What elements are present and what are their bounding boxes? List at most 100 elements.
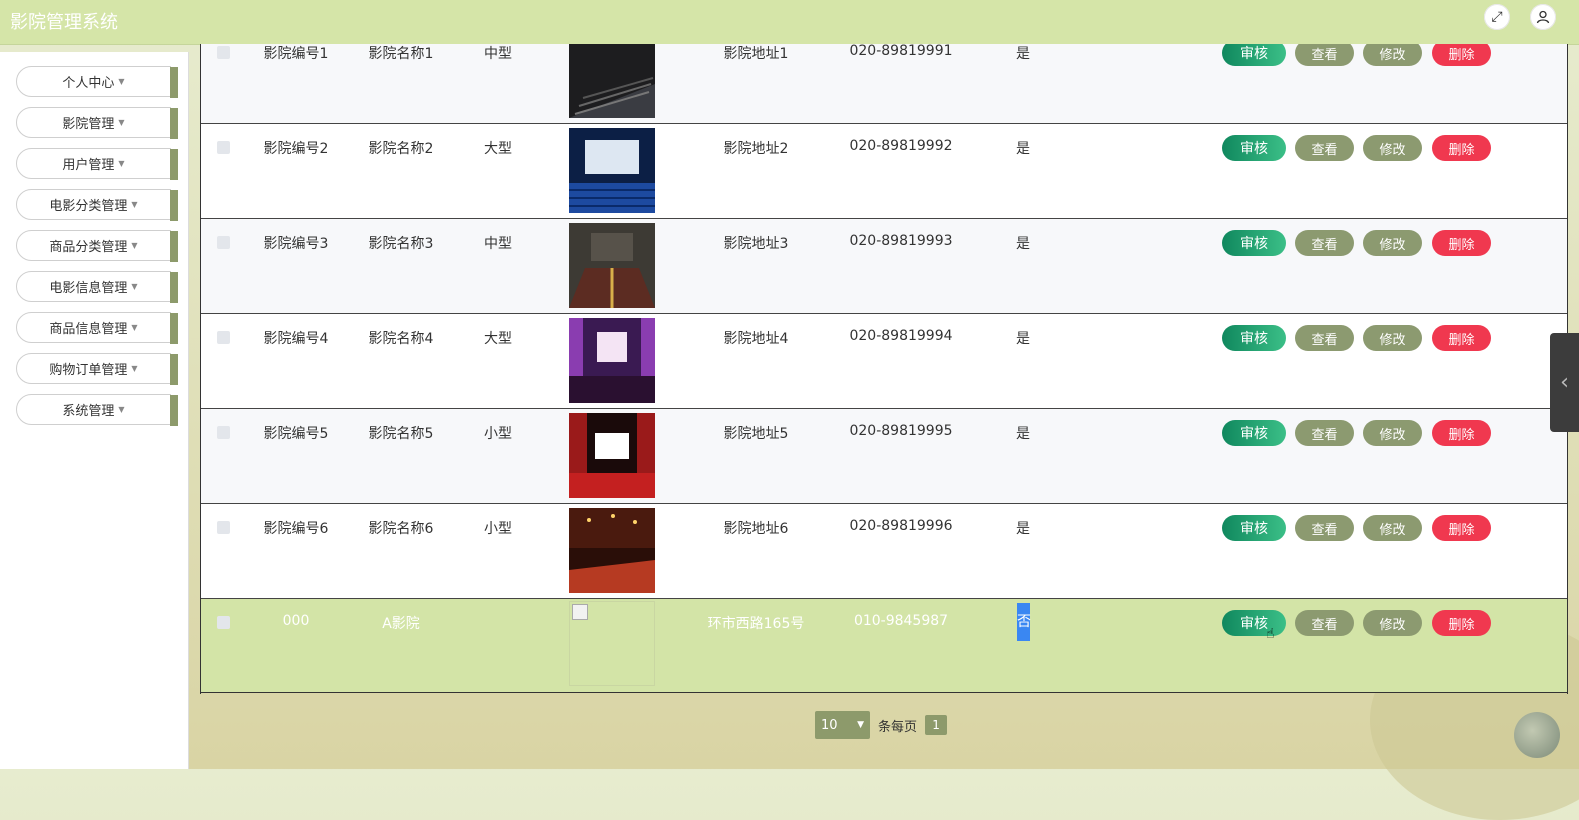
row-checkbox[interactable] [217,426,230,439]
audit-status: 是 [1016,46,1030,62]
cinema-image [569,508,655,593]
audit-status: 是 [1016,236,1030,252]
caret-down-icon: ▼ [131,282,138,291]
fullscreen-icon[interactable]: ⤢ [1484,4,1510,30]
cinema-image [569,128,655,213]
cinema-address: 影院地址5 [723,426,789,442]
sidebar-item-movie-info[interactable]: 电影信息管理 ▼ [16,271,178,303]
cinema-image [569,413,655,498]
edit-button[interactable]: 修改 [1363,44,1422,66]
view-button[interactable]: 查看 [1295,135,1354,161]
cinema-name: 影院名称1 [368,46,434,62]
sidebar-item-personal-center[interactable]: 个人中心 ▼ [16,66,178,98]
caret-down-icon: ▼ [118,159,125,168]
audit-button[interactable]: 审核 [1222,420,1286,446]
cinema-name: 影院名称2 [368,141,434,157]
cinema-type: 大型 [484,141,512,157]
cinema-code: 影院编号2 [263,141,329,157]
cinema-code: 影院编号4 [263,331,329,347]
row-checkbox[interactable] [217,331,230,344]
sidebar-item-movie-category[interactable]: 电影分类管理 ▼ [16,189,178,221]
view-button[interactable]: 查看 [1295,420,1354,446]
cinema-image [569,44,655,118]
audit-button[interactable]: 审核 [1222,610,1286,636]
delete-button[interactable]: 删除 [1432,420,1491,446]
caret-down-icon: ▼ [131,200,138,209]
row-checkbox[interactable] [217,141,230,154]
sidebar-item-system[interactable]: 系统管理 ▼ [16,394,178,426]
row-checkbox[interactable] [217,521,230,534]
cinema-type: 小型 [484,521,512,537]
audit-status: 是 [1016,141,1030,157]
page-number[interactable]: 1 [925,715,948,735]
view-button[interactable]: 查看 [1295,610,1354,636]
view-button[interactable]: 查看 [1295,325,1354,351]
cinema-type: 小型 [484,426,512,442]
page-size-select[interactable]: 10 ▼ [815,711,870,739]
per-page-label: 条每页 [878,719,918,735]
caret-down-icon: ▼ [118,77,125,86]
row-checkbox[interactable] [217,616,230,629]
edit-button[interactable]: 修改 [1363,515,1422,541]
cinema-address: 影院地址2 [723,141,789,157]
view-button[interactable]: 查看 [1295,515,1354,541]
view-button[interactable]: 查看 [1295,44,1354,66]
edit-button[interactable]: 修改 [1363,420,1422,446]
cinema-code: 影院编号6 [263,521,329,537]
caret-down-icon: ▼ [131,241,138,250]
audit-button[interactable]: 审核 [1222,230,1286,256]
caret-down-icon: ▼ [118,118,125,127]
delete-button[interactable]: 删除 [1432,325,1491,351]
cinema-code: 影院编号3 [263,236,329,252]
cinema-address: 环市西路165号 [707,616,805,632]
cinema-address: 影院地址6 [723,521,789,537]
cinema-code: 000 [282,613,310,629]
app-title: 影院管理系统 [10,12,118,33]
audit-status: 是 [1016,521,1030,537]
audit-status: 是 [1016,331,1030,347]
audit-button[interactable]: 审核 [1222,44,1286,66]
pagination: 10 ▼ 条每页 1 [815,710,948,740]
view-button[interactable]: 查看 [1295,230,1354,256]
floating-action-button[interactable] [1514,712,1560,758]
sidebar-item-user-management[interactable]: 用户管理 ▼ [16,148,178,180]
audit-button[interactable]: 审核 [1222,135,1286,161]
delete-button[interactable]: 删除 [1432,230,1491,256]
table-row-highlighted: 000 A影院 环市西路165号 010-9845987 否 审核 查看 修改 … [201,599,1567,693]
cinema-phone: 020-89819994 [849,328,953,344]
chevron-left-icon: ‹ [1560,370,1569,395]
edit-button[interactable]: 修改 [1363,230,1422,256]
delete-button[interactable]: 删除 [1432,610,1491,636]
audit-button[interactable]: 审核 [1222,515,1286,541]
row-checkbox[interactable] [217,236,230,249]
cinema-phone: 020-89819991 [849,44,953,59]
cinema-type: 大型 [484,331,512,347]
row-checkbox[interactable] [217,46,230,59]
user-icon[interactable] [1530,4,1556,30]
audit-button[interactable]: 审核 [1222,325,1286,351]
delete-button[interactable]: 删除 [1432,44,1491,66]
delete-button[interactable]: 删除 [1432,515,1491,541]
cinema-code: 影院编号1 [263,46,329,62]
top-bar: 影院管理系统 ⤢ [0,0,1579,45]
caret-down-icon: ▼ [118,405,125,414]
audit-status: 是 [1016,426,1030,442]
cinema-address: 影院地址1 [723,46,789,62]
edit-button[interactable]: 修改 [1363,610,1422,636]
edit-button[interactable]: 修改 [1363,135,1422,161]
delete-button[interactable]: 删除 [1432,135,1491,161]
edit-button[interactable]: 修改 [1363,325,1422,351]
cinema-address: 影院地址3 [723,236,789,252]
cinema-table: 影院编号1 影院名称1 中型 影院地址1 020-89819991 是 审核 查… [200,44,1568,694]
audit-status-selected: 否 [1017,603,1031,641]
cinema-phone: 020-89819993 [849,233,953,249]
caret-down-icon: ▼ [131,364,138,373]
cinema-phone: 020-89819996 [849,518,953,534]
sidebar-item-orders[interactable]: 购物订单管理 ▼ [16,353,178,385]
sidebar-item-cinema-management[interactable]: 影院管理 ▼ [16,107,178,139]
table-row: 影院编号2 影院名称2 大型 影院地址2 020-89819992 是 审核 查… [201,124,1567,219]
sidebar-item-goods-category[interactable]: 商品分类管理 ▼ [16,230,178,262]
sidebar-item-goods-info[interactable]: 商品信息管理 ▼ [16,312,178,344]
collapse-panel-tab[interactable]: ‹ [1550,333,1579,432]
cinema-name: 影院名称4 [368,331,434,347]
